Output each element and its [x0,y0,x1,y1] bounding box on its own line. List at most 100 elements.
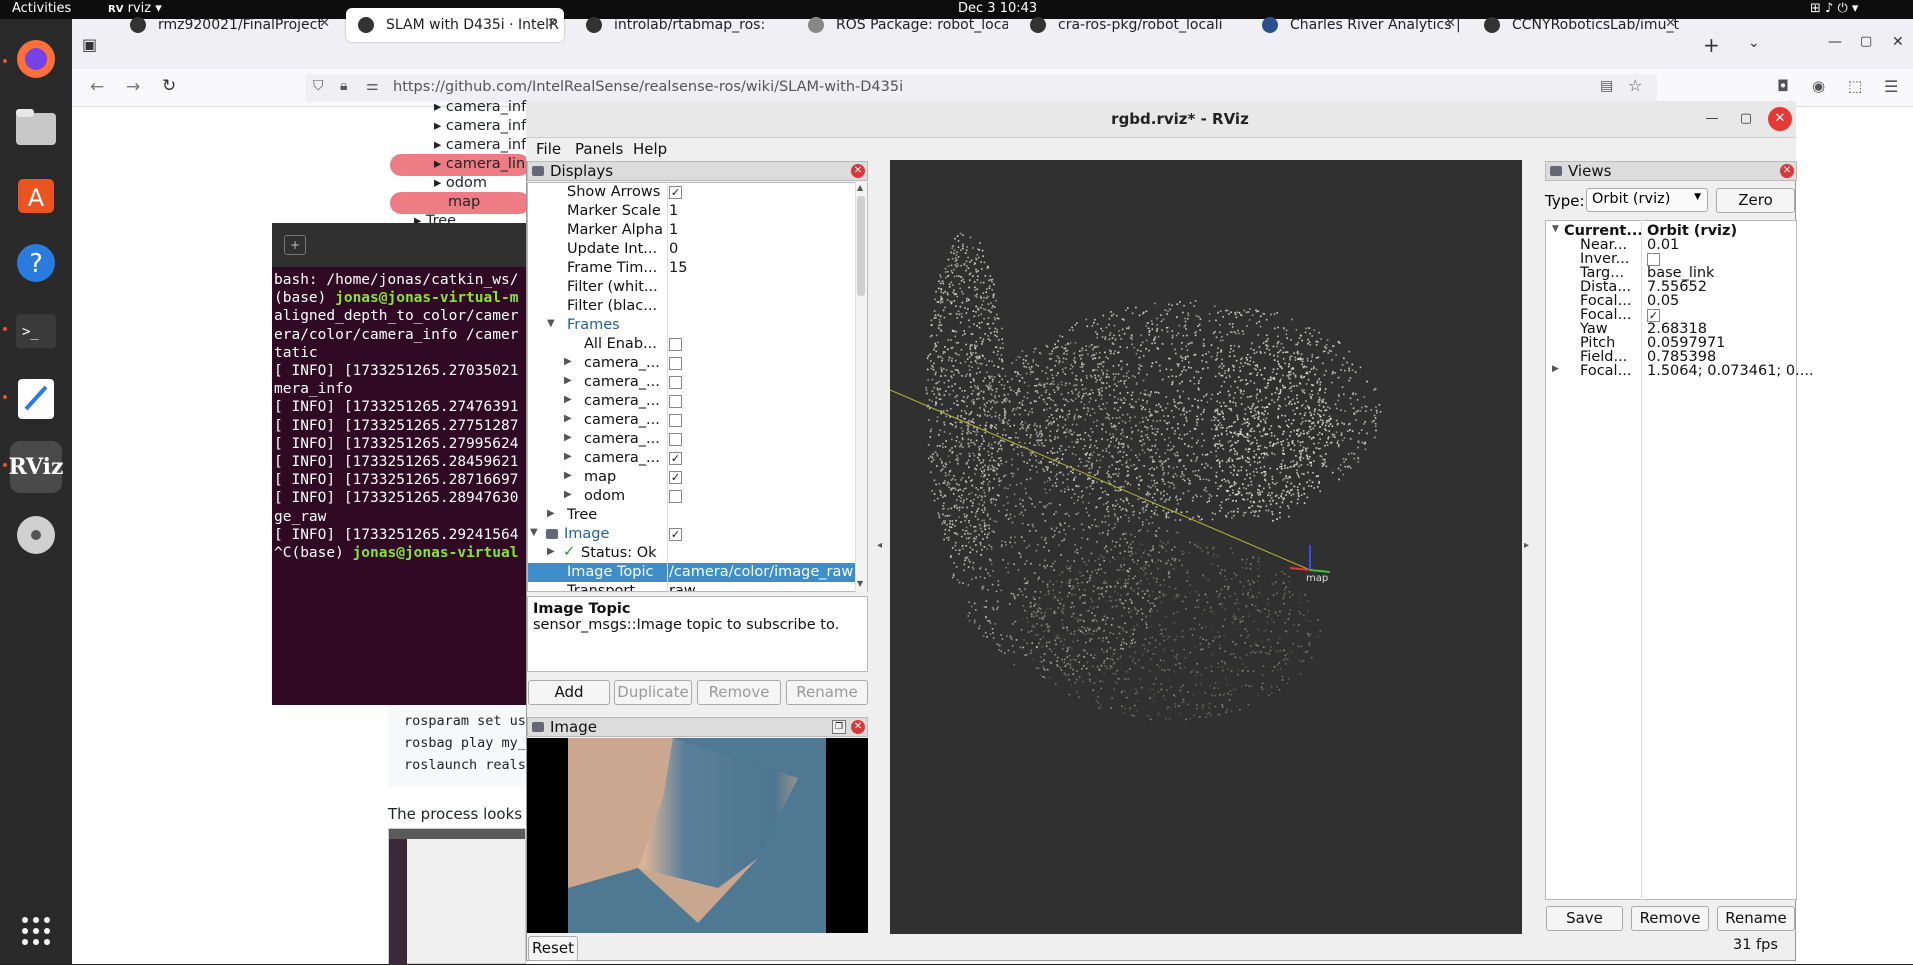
display-property-row[interactable]: ▶ Tree [528,506,858,525]
collapse-arrow-icon[interactable]: ▶ [564,470,572,481]
new-tab-button[interactable]: + [1703,33,1720,57]
display-property-row[interactable]: Marker Scale 1 [528,202,858,221]
collapse-arrow-icon[interactable]: ▶ [564,413,572,424]
bookmark-star-icon[interactable]: ☆ [1628,76,1642,95]
wiki-list-item[interactable]: ▸ camera_inf [434,137,526,153]
back-icon[interactable]: ← [90,77,104,97]
duplicate-button[interactable]: Duplicate [614,680,692,705]
scroll-up-arrow[interactable]: ▲ [857,183,863,192]
close-icon[interactable]: ✕ [1768,107,1792,131]
collapse-arrow-icon[interactable]: ▶ [547,508,555,519]
activities-button[interactable]: Activities [12,1,71,16]
wiki-list-item[interactable]: map [448,194,480,210]
display-property-row[interactable]: Marker Alpha 1 [528,221,858,240]
checkbox[interactable] [669,338,682,351]
property-value[interactable]: /camera/color/image_raw [669,564,853,580]
display-property-row[interactable]: ▶ camera_... [528,411,858,430]
checkbox[interactable] [669,395,682,408]
browser-tab[interactable]: cra-ros-pkg/robot_locali [1018,8,1240,42]
display-property-row[interactable]: ▼ Frames [528,316,858,335]
account-icon[interactable]: ◉ [1812,77,1825,95]
remove-view-button[interactable]: Remove [1631,906,1709,931]
browser-tab[interactable]: CCNYRoboticsLab/imu_t ✕ [1472,8,1682,42]
view-property-value[interactable]: 1.5064; 0.073461; 0.... [1647,363,1814,379]
lock-icon[interactable]: 🔒︎ [340,78,347,94]
collapse-arrow-icon[interactable]: ▶ [564,375,572,386]
zero-button[interactable]: Zero [1716,188,1795,213]
add-button[interactable]: Add [528,680,610,705]
forward-icon[interactable]: → [126,77,140,97]
pocket-icon[interactable]: ◘ [1777,77,1789,95]
dvd-icon[interactable] [10,509,62,561]
close-icon[interactable]: ✕ [851,720,865,734]
checkbox[interactable] [669,433,682,446]
checkbox[interactable]: ✓ [669,528,682,541]
collapse-right-arrow[interactable]: ▸ [1524,540,1529,551]
checkbox[interactable] [669,357,682,370]
property-value[interactable]: 1 [669,203,678,219]
display-property-row[interactable]: ▼ Image ✓ [528,525,858,544]
collapse-arrow-icon[interactable]: ▶ [547,546,555,557]
collapse-arrow-icon[interactable]: ▶ [564,356,572,367]
minimize-icon[interactable]: — [1700,107,1724,131]
collapse-arrow-icon[interactable]: ▶ [1552,364,1559,374]
display-property-row[interactable]: ▶ ✓ Status: Ok [528,544,858,563]
browser-tab[interactable]: rmz920021/FinalProject ✕ [118,8,336,42]
expand-arrow-icon[interactable]: ▼ [1552,224,1559,234]
chevron-down-icon[interactable]: ⌄ [1748,35,1760,51]
maximize-icon[interactable]: ▢ [1860,34,1872,49]
browser-tab[interactable]: ROS Package: robot_loca [796,8,1008,42]
browser-tab[interactable]: introlab/rtabmap_ros: R [574,8,766,42]
system-tray[interactable]: ⊞ ♪ ⏻ ▾ [1810,1,1858,16]
new-tab-icon[interactable]: + [284,235,306,255]
display-property-row[interactable]: ▶ camera_... [528,430,858,449]
menu-help[interactable]: Help [633,140,667,158]
collapse-arrow-icon[interactable]: ▶ [564,489,572,500]
property-value[interactable]: 1 [669,222,678,238]
expand-arrow-icon[interactable]: ▼ [530,527,538,538]
terminal-icon[interactable]: >_ [10,305,62,357]
3d-viewport[interactable]: map [889,160,1522,934]
displays-tree[interactable]: Show Arrows ✓ Marker Scale 1 Marker Alpha 1 Up… [527,182,868,592]
reload-icon[interactable]: ↻ [162,76,176,96]
checkbox[interactable]: ✓ [669,471,682,484]
wiki-list-item[interactable]: ▸ camera_inf [434,99,526,115]
scroll-down-arrow[interactable]: ▼ [857,579,863,588]
remove-button[interactable]: Remove [697,680,781,705]
view-property-value[interactable]: 0.01 [1647,237,1679,253]
view-property-value[interactable]: 0.05 [1647,293,1679,309]
close-icon[interactable]: ✕ [1780,164,1794,178]
rename-button[interactable]: Rename [786,680,868,705]
wiki-list-item[interactable]: ▸ camera_inf [434,118,526,134]
scrollbar-thumb[interactable] [857,196,865,296]
reset-button[interactable]: Reset [528,936,578,961]
permissions-icon[interactable]: ⚌ [366,78,379,94]
checkbox[interactable]: ✓ [669,186,682,199]
close-icon[interactable]: ✕ [1892,34,1904,50]
browser-tab[interactable]: Charles River Analytics | ✕ [1250,8,1462,42]
terminal-output[interactable]: bash: /home/jonas/catkin_ws/ (base) jonas… [272,267,526,705]
checkbox[interactable] [669,414,682,427]
display-property-row[interactable]: Update Int... 0 [528,240,858,259]
display-property-row[interactable]: Filter (blac... [528,297,858,316]
menu-file[interactable]: File [536,140,561,158]
collapse-arrow-icon[interactable]: ▶ [564,432,572,443]
app-grid-icon[interactable] [10,905,62,957]
url-text[interactable]: https://github.com/IntelRealSense/realse… [393,79,903,95]
collapse-arrow-icon[interactable]: ▶ [564,394,572,405]
collapse-arrow-icon[interactable]: ▶ [564,451,572,462]
files-icon[interactable] [10,101,62,153]
display-property-row[interactable]: Show Arrows ✓ [528,183,858,202]
menu-panels[interactable]: Panels [575,140,623,158]
display-property-row[interactable]: ▶ camera_... [528,392,858,411]
display-property-row[interactable]: Image Topic/camera/color/image_raw [528,563,858,582]
display-property-row[interactable]: Filter (whit... [528,278,858,297]
close-icon[interactable]: ✕ [547,16,558,31]
close-icon[interactable]: ✕ [319,16,330,31]
minimize-icon[interactable]: — [1828,34,1842,50]
close-icon[interactable]: ✕ [1445,16,1456,31]
display-property-row[interactable]: All Enab... [528,335,858,354]
tab-list-icon[interactable]: ▣ [82,35,97,54]
editor-icon[interactable] [10,373,62,425]
software-icon[interactable]: A [10,169,62,221]
